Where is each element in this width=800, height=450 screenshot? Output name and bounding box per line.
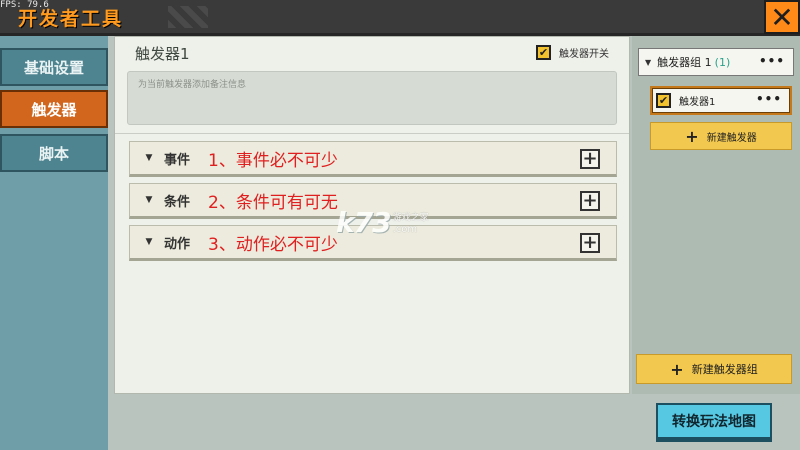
sidebar-item-label: 触发器 [31, 100, 77, 119]
section-annotation: 3、动作必不可少 [208, 234, 338, 255]
more-options-icon[interactable]: ••• [759, 54, 785, 68]
new-trigger-group-button[interactable]: + 新建触发器组 [636, 354, 792, 384]
sidebar-item-label: 基础设置 [23, 58, 84, 77]
watermark-brand: k73 [336, 206, 392, 239]
app-title: 开发者工具 [18, 8, 124, 30]
section-label: 条件 [164, 194, 191, 210]
title-bar: FPS: 79.6 开发者工具 ✕ [0, 0, 800, 36]
sidebar-item-triggers[interactable]: 触发器 [0, 90, 108, 128]
plus-icon: + [582, 148, 598, 169]
trigger-switch-label: 触发器开关 [559, 49, 609, 60]
chevron-down-icon: ▼ [145, 153, 153, 163]
checkmark-icon: ✔ [658, 94, 669, 107]
watermark-domain: .com [392, 224, 418, 235]
sidebar-item-basic-settings[interactable]: 基础设置 [0, 48, 108, 86]
section-annotation: 1、事件必不可少 [208, 150, 338, 171]
section-label: 事件 [164, 152, 191, 168]
trigger-note-input[interactable]: 为当前触发器添加备注信息 [127, 71, 617, 125]
chevron-down-icon: ▼ [145, 237, 153, 247]
chevron-down-icon: ▼ [645, 57, 652, 67]
add-condition-button[interactable]: + [580, 191, 600, 211]
more-options-icon[interactable]: ••• [756, 92, 782, 106]
divider [115, 133, 629, 134]
trigger-group-header[interactable]: ▼ 触发器组 1 (1) ••• [638, 48, 794, 76]
chevron-down-icon: ▼ [145, 195, 153, 205]
add-action-button[interactable]: + [580, 233, 600, 253]
trigger-group-name: 触发器组 1 [657, 56, 712, 69]
trigger-item-name: 触发器1 [679, 97, 716, 108]
checkmark-icon: ✔ [538, 46, 549, 59]
switch-map-button[interactable]: 转换玩法地图 [656, 403, 772, 439]
trigger-group-panel: ▼ 触发器组 1 (1) ••• ✔ 触发器1 ••• + 新建触发器 + 新建… [632, 36, 800, 394]
plus-icon: + [582, 232, 598, 253]
sidebar-item-label: 脚本 [38, 144, 69, 163]
plus-icon: + [685, 126, 699, 146]
switch-map-label: 转换玩法地图 [672, 414, 756, 430]
close-icon: ✕ [770, 0, 794, 34]
sidebar-item-scripts[interactable]: 脚本 [0, 134, 108, 172]
trigger-switch[interactable]: ✔ 触发器开关 [536, 45, 609, 60]
trigger-enable-checkbox[interactable]: ✔ [656, 93, 671, 108]
new-trigger-label: 新建触发器 [706, 132, 757, 144]
plus-icon: + [670, 359, 684, 379]
section-event[interactable]: ▼ 事件 1、事件必不可少 + [129, 141, 617, 177]
new-trigger-button[interactable]: + 新建触发器 [650, 122, 792, 150]
trigger-title: 触发器1 [135, 45, 190, 63]
watermark-text: 游戏之家 [392, 213, 429, 223]
trigger-group-count: (1) [714, 55, 731, 69]
plus-icon: + [582, 190, 598, 211]
section-annotation: 2、条件可有可无 [208, 192, 338, 213]
section-label: 动作 [164, 236, 191, 252]
trigger-list-item[interactable]: ✔ 触发器1 ••• [650, 86, 792, 115]
watermark-logo: k73 游戏之家 .com [336, 206, 429, 239]
add-event-button[interactable]: + [580, 149, 600, 169]
trigger-switch-checkbox[interactable]: ✔ [536, 45, 551, 60]
close-button[interactable]: ✕ [764, 0, 800, 34]
title-bar-pattern [168, 6, 208, 28]
new-trigger-group-label: 新建触发器组 [691, 363, 758, 376]
sidebar: 基础设置 触发器 脚本 [0, 36, 108, 450]
trigger-note-placeholder: 为当前触发器添加备注信息 [138, 80, 247, 90]
